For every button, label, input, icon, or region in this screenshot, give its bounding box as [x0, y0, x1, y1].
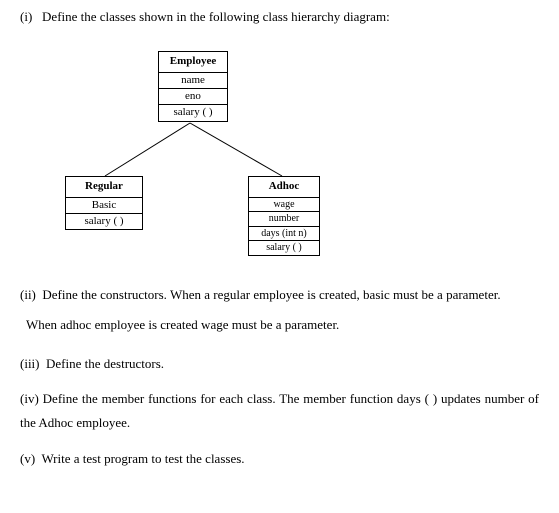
- item-ii-text: Define the constructors. When a regular …: [42, 287, 500, 302]
- item-iii-label: (iii): [20, 356, 40, 371]
- item-ii: (ii) Define the constructors. When a reg…: [20, 286, 539, 304]
- uml-class-employee: Employee name eno salary ( ): [158, 51, 228, 122]
- item-v-text: Write a test program to test the classes…: [41, 451, 244, 466]
- uml-attr: eno: [159, 89, 227, 105]
- item-iv: (iv) Define the member functions for eac…: [20, 387, 539, 436]
- class-hierarchy-diagram: Employee name eno salary ( ) Regular Bas…: [50, 51, 350, 246]
- item-iii-text: Define the destructors.: [46, 356, 164, 371]
- item-ii-label: (ii): [20, 287, 36, 302]
- uml-method: days (int n): [249, 227, 319, 242]
- uml-method: salary ( ): [249, 241, 319, 255]
- uml-method: salary ( ): [66, 214, 142, 229]
- item-i: (i) Define the classes shown in the foll…: [20, 8, 539, 26]
- item-v-label: (v): [20, 451, 35, 466]
- uml-title: Employee: [159, 52, 227, 72]
- uml-class-regular: Regular Basic salary ( ): [65, 176, 143, 230]
- item-i-text: Define the classes shown in the followin…: [42, 9, 390, 24]
- item-iii: (iii) Define the destructors.: [20, 355, 539, 373]
- uml-attr: number: [249, 212, 319, 227]
- uml-title: Regular: [66, 177, 142, 197]
- uml-attr: wage: [249, 198, 319, 213]
- uml-title: Adhoc: [249, 177, 319, 197]
- item-i-label: (i): [20, 9, 32, 24]
- uml-attr: name: [159, 73, 227, 89]
- uml-attr: Basic: [66, 198, 142, 214]
- item-ii-sub: When adhoc employee is created wage must…: [20, 316, 539, 334]
- uml-class-adhoc: Adhoc wage number days (int n) salary ( …: [248, 176, 320, 255]
- item-iv-label: (iv): [20, 391, 39, 406]
- item-iv-text: Define the member functions for each cla…: [20, 391, 539, 431]
- uml-method: salary ( ): [159, 105, 227, 120]
- item-v: (v) Write a test program to test the cla…: [20, 450, 539, 468]
